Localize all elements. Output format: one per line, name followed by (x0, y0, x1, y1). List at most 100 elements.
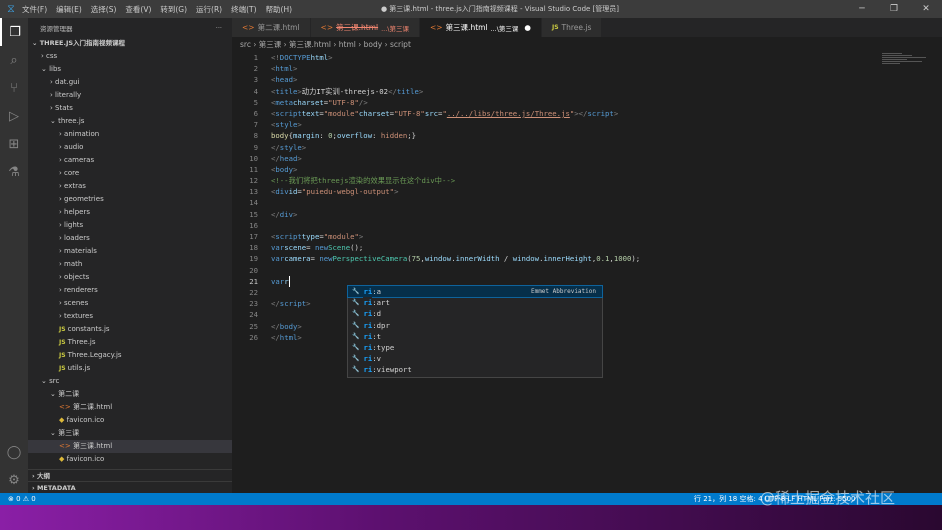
tree-item[interactable]: › math (28, 258, 232, 271)
tree-item[interactable]: JS constants.js (28, 323, 232, 336)
breadcrumb-item[interactable]: src (240, 40, 251, 49)
suggestion-item[interactable]: 🔧ri:vri (348, 353, 602, 365)
dirty-indicator-icon[interactable]: ● (524, 23, 531, 32)
tree-item-label: lights (64, 221, 84, 229)
metadata-section[interactable]: › METADATA (28, 481, 232, 493)
minimap[interactable] (882, 52, 928, 82)
run-debug-icon[interactable]: ▷ (0, 102, 28, 130)
tree-item[interactable]: ⌄ 第二课 (28, 388, 232, 401)
suggestion-item[interactable]: 🔧 ri:viewport ri (348, 364, 602, 376)
chevron-down-icon: ⌄ (41, 65, 50, 73)
tree-item[interactable]: › loaders (28, 232, 232, 245)
breadcrumb-item[interactable]: body (364, 40, 383, 49)
tree-item[interactable]: ⌄ libs (28, 63, 232, 76)
menu-item[interactable]: 查看(V) (125, 5, 151, 14)
tree-item-label: animation (64, 130, 100, 138)
tree-item[interactable]: › helpers (28, 206, 232, 219)
wrench-icon: 🔧 (352, 332, 360, 340)
tab[interactable]: <> 第三课.html ...\第三课 ● (419, 18, 542, 37)
menu-item[interactable]: 选择(S) (91, 5, 117, 14)
tab[interactable]: <> 第三课.html ...\第三课 (310, 18, 420, 37)
tree-item[interactable]: › literally (28, 89, 232, 102)
tree-item[interactable]: › cameras (28, 154, 232, 167)
tree-item-label: Stats (55, 104, 73, 112)
tree-item-label: extras (64, 182, 86, 190)
tree-item[interactable]: › extras (28, 180, 232, 193)
extensions-icon[interactable]: ⊞ (0, 130, 28, 158)
tree-item[interactable]: ◆ favicon.ico (28, 414, 232, 427)
menu-item[interactable]: 编辑(E) (56, 5, 82, 14)
tree-item-label: libs (49, 65, 62, 73)
breadcrumb-item[interactable]: html (339, 40, 356, 49)
tree-item[interactable]: JS Three.Legacy.js (28, 349, 232, 362)
suggestion-match: ri (363, 297, 373, 309)
more-actions-button[interactable]: ··· (216, 24, 222, 32)
tab[interactable]: JS Three.js (541, 18, 603, 37)
suggestion-match: ri (363, 308, 373, 320)
chevron-right-icon: › (281, 40, 290, 49)
tree-item[interactable]: JS utils.js (28, 362, 232, 375)
breadcrumb-item[interactable]: script (390, 40, 411, 49)
search-icon[interactable]: ⌕ (0, 46, 28, 74)
menu-item[interactable]: 终端(T) (231, 5, 256, 14)
tree-item[interactable]: › textures (28, 310, 232, 323)
workspace-root[interactable]: ⌄ THREE.JS入门指南视频课程 (28, 37, 232, 50)
tree-item-label: geometries (64, 195, 104, 203)
gear-icon[interactable]: ⚙ (0, 466, 28, 494)
explorer-icon[interactable]: ❐ (0, 18, 28, 46)
menu-item[interactable]: 文件(F) (22, 5, 47, 14)
suggestion-item[interactable]: 🔧 ri:type ri (348, 341, 602, 354)
minimize-icon[interactable]: ─ (846, 0, 878, 18)
tree-item[interactable]: › animation (28, 128, 232, 141)
restore-icon[interactable]: ❐ (878, 0, 910, 18)
tree-item[interactable]: <> 第二课.html (28, 401, 232, 414)
tree-item[interactable]: › Stats (28, 102, 232, 115)
suggestion-item[interactable]: 🔧ri:tri (348, 330, 602, 342)
tree-item[interactable]: › materials (28, 245, 232, 258)
tab-path: ...\第三课 (381, 24, 409, 33)
suggestion-item[interactable]: 🔧 ri:art ri (348, 297, 602, 309)
tab[interactable]: <> 第二课.html (232, 18, 311, 37)
tab-label: 第三课.html (336, 23, 379, 32)
tree-item[interactable]: › dat.gui (28, 76, 232, 89)
breadcrumb-item[interactable]: 第三课.html (289, 40, 331, 49)
wrench-icon: 🔧 (352, 355, 360, 363)
suggestion-match: ri (363, 286, 373, 298)
tree-item-label: favicon.ico (66, 455, 105, 463)
tree-item[interactable]: <> 第三课.html (28, 440, 232, 453)
suggestion-item[interactable]: 🔧 ri:dpr ri (348, 319, 602, 331)
tree-item[interactable]: JS Three.js (28, 336, 232, 349)
code-editor[interactable]: 1 <! DOCTYPE html > 2 < html > 3 < head > 4 < tit… (232, 52, 942, 493)
problems-indicator[interactable]: ⊗ 0 ⚠ 0 (8, 493, 36, 505)
tree-item[interactable]: › scenes (28, 297, 232, 310)
tree-item[interactable]: ◆ favicon.ico (28, 453, 232, 466)
test-icon[interactable]: ⚗ (0, 158, 28, 186)
chevron-down-icon: ⌄ (41, 377, 50, 385)
tree-item[interactable]: › core (28, 167, 232, 180)
tree-item[interactable]: › audio (28, 141, 232, 154)
desktop-background (0, 505, 942, 530)
suggestion-item[interactable]: 🔧ri:ari Emmet Abbreviation (347, 284, 603, 299)
outline-section[interactable]: › 大纲 (28, 469, 232, 481)
tree-item-label: textures (64, 312, 93, 320)
tree-item[interactable]: ⌄ src (28, 375, 232, 388)
menu-item[interactable]: 运行(R) (196, 5, 222, 14)
menu-item[interactable]: 转到(G) (160, 5, 187, 14)
tree-item[interactable]: › css (28, 50, 232, 63)
vscode-logo-icon: ⧖ (7, 2, 15, 15)
close-icon[interactable]: ✕ (910, 0, 942, 18)
tree-item-label: materials (64, 247, 97, 255)
source-control-icon[interactable]: ⑂ (0, 74, 28, 102)
tree-item[interactable]: › renderers (28, 284, 232, 297)
tree-item[interactable]: ⌄ 第三课 (28, 427, 232, 440)
tree-item[interactable]: › lights (28, 219, 232, 232)
tree-item[interactable]: › objects (28, 271, 232, 284)
tree-item[interactable]: ⌄ three.js (28, 115, 232, 128)
tree-item[interactable]: › geometries (28, 193, 232, 206)
breadcrumb-item[interactable]: 第三课 (259, 40, 282, 49)
menu-item[interactable]: 帮助(H) (266, 5, 293, 14)
account-icon[interactable]: ◯ (0, 438, 28, 466)
suggestion-label-wrap: ri:tri (363, 330, 381, 342)
suggestion-item[interactable]: 🔧ri:dri (348, 308, 602, 320)
suggestion-label-wrap: ri:art ri (363, 297, 390, 309)
